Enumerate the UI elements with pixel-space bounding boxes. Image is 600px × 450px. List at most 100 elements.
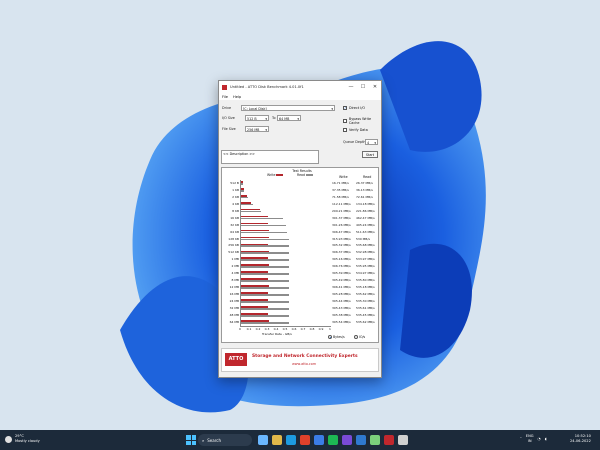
write-value-3: 112.11 MB/s [332, 201, 351, 206]
read-value-10: 532.98 MB/s [356, 250, 375, 255]
read-value-12: 535.95 MB/s [356, 264, 375, 269]
read-bar-0 [241, 182, 244, 185]
io-per-sec-label: IO/s [359, 335, 366, 339]
atto-app-icon [222, 84, 227, 90]
bar-row-13 [241, 270, 331, 277]
app-icon-2[interactable] [370, 435, 380, 445]
chrome-icon[interactable] [300, 435, 310, 445]
read-value-3: 134.18 MB/s [356, 201, 375, 206]
clock[interactable]: 10:52:10 24-06-2022 [570, 434, 591, 444]
chevron-up-icon[interactable]: ˄ [520, 437, 522, 441]
io-size-label-16: 16 MB [229, 292, 239, 296]
lang-top[interactable]: ENG [526, 434, 534, 439]
bar-row-20 [241, 319, 331, 326]
read-bar-15 [241, 287, 290, 289]
read-bar-12 [241, 266, 290, 268]
io-size-label-2: 2 KB [232, 194, 239, 199]
maximize-button[interactable]: ☐ [357, 81, 369, 93]
banner-url[interactable]: www.atto.com [292, 362, 316, 366]
file-size-select[interactable]: 256 MB [245, 126, 269, 132]
drive-select[interactable]: [C: Local Disk] [241, 105, 335, 111]
weather-desc: Mostly cloudy [15, 439, 40, 443]
io-size-label-0: 512 B [230, 181, 239, 185]
menu-file[interactable]: File [222, 95, 228, 99]
verify-data-label: Verify Data [349, 128, 368, 132]
bar-row-9 [241, 243, 331, 250]
read-bar-14 [241, 280, 290, 282]
task-view-icon[interactable] [258, 435, 268, 445]
write-column-header: Write [339, 175, 348, 179]
drive-label: Drive [222, 106, 232, 110]
mail-icon[interactable] [314, 435, 324, 445]
start-button-windows[interactable] [186, 435, 196, 445]
atto-taskbar-icon[interactable] [384, 435, 394, 445]
bypass-write-cache-label: Bypass Write Cache [348, 117, 372, 125]
write-values-column: 16.71 MB/s 37.35 MB/s 71.58 MB/s 112.11 MB/… [332, 180, 351, 326]
menu-help[interactable]: Help [233, 95, 241, 99]
windows-logo-icon [186, 435, 191, 440]
vscode-icon[interactable] [356, 435, 366, 445]
bar-row-11 [241, 256, 331, 263]
bypass-write-cache-checkbox[interactable]: Bypass Write Cache [343, 117, 381, 125]
x-tick-4: 0.4 [273, 327, 279, 331]
title-bar[interactable]: Untitled - ATTO Disk Benchmark 4.01.0f1 … [219, 81, 381, 93]
search-label: Search [207, 437, 221, 443]
io-size-to-label: To [272, 116, 276, 120]
bar-row-0 [241, 180, 331, 187]
x-tick-8: 0.8 [309, 327, 315, 331]
io-size-to-select[interactable]: 64 MB [277, 115, 301, 121]
direct-io-checkbox[interactable]: ✓ Direct I/O [343, 106, 365, 110]
read-value-4: 221.86 MB/s [356, 208, 375, 213]
spotify-icon[interactable] [328, 435, 338, 445]
start-button[interactable]: Start [362, 151, 378, 158]
volume-icon[interactable]: ◖ [545, 437, 547, 441]
read-column-header: Read [363, 175, 372, 179]
atto-banner[interactable]: ATTO Storage and Network Connectivity Ex… [221, 348, 379, 372]
io-size-from-select[interactable]: 512 B [245, 115, 269, 121]
legend-read-swatch [306, 174, 314, 176]
pinned-apps [258, 435, 408, 445]
read-bar-1 [241, 189, 245, 192]
bar-row-10 [241, 250, 331, 257]
lang-bottom[interactable]: IN [526, 439, 534, 444]
legend-write-label: Write [267, 173, 276, 177]
x-tick-1: 0.1 [246, 327, 252, 331]
read-bar-7 [241, 231, 288, 234]
read-value-15: 535.18 MB/s [356, 285, 375, 290]
queue-depth-select[interactable]: 4 [365, 139, 378, 145]
write-value-4: 209.21 MB/s [332, 208, 351, 213]
x-tick-5: 0.5 [282, 327, 288, 331]
edge-icon[interactable] [286, 435, 296, 445]
weather-widget[interactable]: 29°C Mostly cloudy [5, 434, 40, 444]
wifi-icon[interactable]: ◔ [538, 437, 541, 441]
read-value-20: 535.62 MB/s [356, 319, 375, 324]
io-size-label: I/O Size [222, 116, 235, 120]
settings-icon[interactable] [398, 435, 408, 445]
description-field[interactable]: << Description >> [221, 150, 319, 164]
atto-logo: ATTO [225, 353, 247, 366]
bar-row-7 [241, 229, 331, 236]
app-icon[interactable] [342, 435, 352, 445]
x-tick-0: 0 [239, 327, 241, 331]
bar-row-4 [241, 208, 331, 215]
file-explorer-icon[interactable] [272, 435, 282, 445]
write-value-6: 301.26 MB/s [332, 222, 351, 227]
taskbar-search[interactable]: ⌕ Search [198, 434, 252, 446]
io-size-label-18: 32 MB [229, 305, 239, 310]
minimize-button[interactable]: — [345, 81, 357, 93]
read-bar-11 [241, 259, 290, 262]
close-button[interactable]: ✕ [369, 81, 381, 93]
x-tick-10: 1 [329, 327, 331, 331]
io-size-label-10: 512 KB [228, 250, 239, 255]
io-per-sec-radio[interactable]: IO/s [354, 335, 365, 339]
read-value-11: 533.97 MB/s [356, 257, 375, 262]
io-size-label-12: 2 MB [231, 264, 239, 269]
read-value-8: 530 MB/s [356, 236, 370, 241]
read-value-7: 511.63 MB/s [356, 229, 375, 234]
verify-data-checkbox[interactable]: Verify Data [343, 128, 368, 132]
bytes-per-sec-radio[interactable]: Bytes/s [328, 335, 345, 339]
bar-row-2 [241, 194, 331, 201]
bar-row-8 [241, 236, 331, 243]
read-value-6: 495.24 MB/s [356, 222, 375, 227]
io-size-label-8: 128 KB [228, 236, 239, 241]
